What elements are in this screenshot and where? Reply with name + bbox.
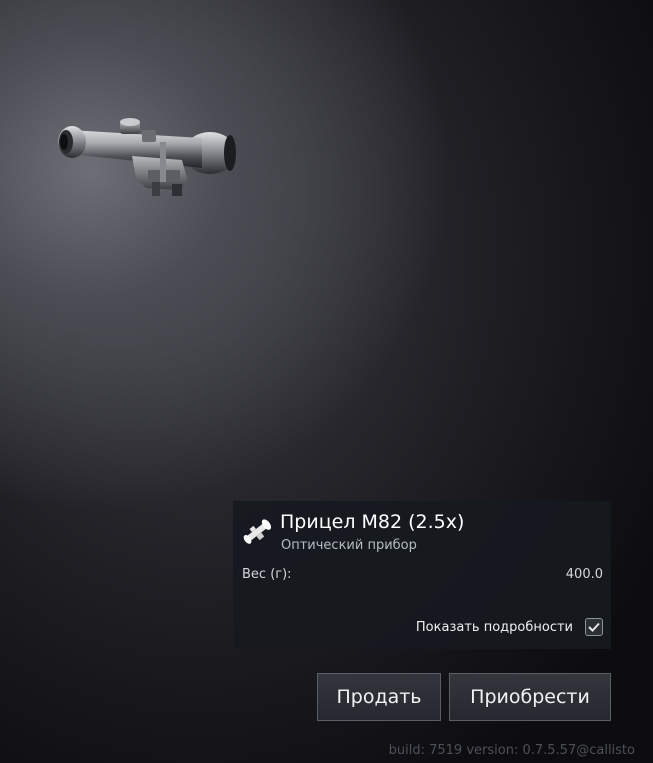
sell-button[interactable]: Продать [317,673,441,721]
show-details-toggle[interactable]: Показать подробности [416,618,603,636]
show-details-checkbox[interactable] [585,618,603,636]
checkmark-icon [588,622,600,632]
build-version-text: build: 7519 version: 0.7.5.57@callisto [388,743,635,758]
scope-m82-image [52,112,242,207]
item-title: Прицел М82 (2.5x) [280,511,465,533]
show-details-label: Показать подробности [415,619,573,635]
scope-icon [241,515,273,549]
item-subtitle: Оптический прибор [281,538,417,553]
buy-button[interactable]: Приобрести [449,673,611,721]
item-info-panel: Прицел М82 (2.5x) Оптический прибор Вес … [233,501,611,649]
stat-row-weight: Вес (г): 400.0 [242,567,603,582]
stat-value: 400.0 [565,567,603,582]
stat-label: Вес (г): [242,567,292,582]
